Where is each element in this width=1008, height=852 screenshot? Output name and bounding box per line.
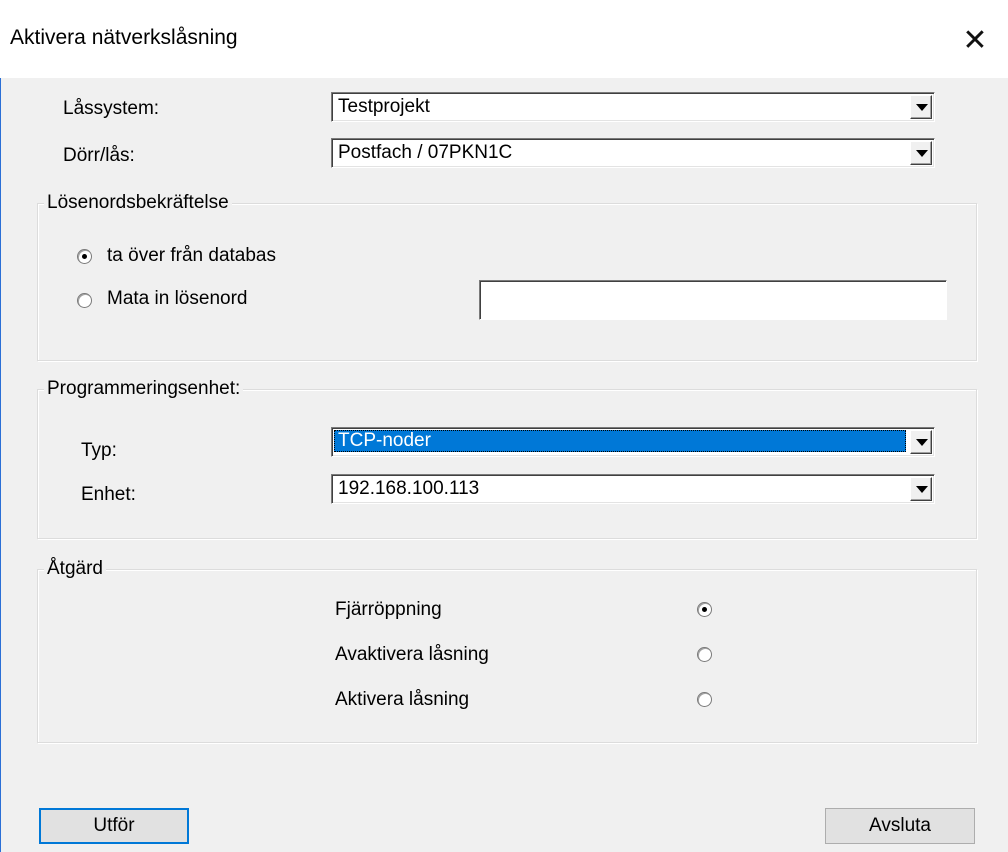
chevron-down-icon[interactable] (910, 430, 932, 454)
radio-enter-password-label[interactable]: Mata in lösenord (107, 288, 247, 310)
door-combo[interactable]: Postfach / 07PKN1C (331, 138, 935, 168)
unit-value: 192.168.100.113 (338, 478, 480, 499)
radio-from-database-label[interactable]: ta över från databas (107, 245, 276, 267)
radio-activate-lock[interactable] (697, 692, 712, 707)
chevron-down-icon[interactable] (910, 95, 932, 119)
chevron-down-icon[interactable] (910, 477, 932, 501)
programming-unit-legend: Programmeringsenhet: (44, 378, 244, 400)
lock-system-combo[interactable]: Testprojekt (331, 92, 935, 122)
chevron-down-icon[interactable] (910, 141, 932, 165)
window-title: Aktivera nätverkslåsning (10, 26, 238, 49)
type-combo[interactable]: TCP-noder (331, 427, 935, 457)
close-button[interactable]: Avsluta (825, 808, 975, 844)
execute-button[interactable]: Utför (39, 808, 189, 844)
type-label: Typ: (81, 440, 117, 461)
radio-from-database[interactable] (77, 249, 92, 264)
action-group-legend: Åtgärd (44, 558, 106, 580)
password-group-legend: Lösenordsbekräftelse (44, 192, 232, 214)
action-group: Åtgärd (37, 558, 977, 743)
title-bar: Aktivera nätverkslåsning ✕ (0, 0, 1008, 78)
lock-system-label: Låssystem: (63, 98, 160, 119)
programming-unit-group: Programmeringsenhet: (37, 378, 977, 539)
lock-system-value: Testprojekt (338, 96, 430, 117)
dialog-body: Låssystem: Testprojekt Dörr/lås: Postfac… (0, 78, 1008, 852)
unit-label: Enhet: (81, 484, 136, 505)
action-remote-open-label: Fjärröppning (335, 599, 442, 620)
radio-remote-open[interactable] (697, 602, 712, 617)
radio-enter-password[interactable] (77, 293, 92, 308)
radio-deactivate-lock[interactable] (697, 647, 712, 662)
action-deactivate-label: Avaktivera låsning (335, 644, 489, 665)
type-value: TCP-noder (334, 430, 906, 452)
door-label: Dörr/lås: (63, 145, 135, 166)
action-activate-label: Aktivera låsning (335, 689, 470, 710)
door-value: Postfach / 07PKN1C (338, 142, 513, 163)
password-input[interactable] (479, 280, 947, 320)
unit-combo[interactable]: 192.168.100.113 (331, 474, 935, 504)
close-icon[interactable]: ✕ (955, 22, 995, 62)
